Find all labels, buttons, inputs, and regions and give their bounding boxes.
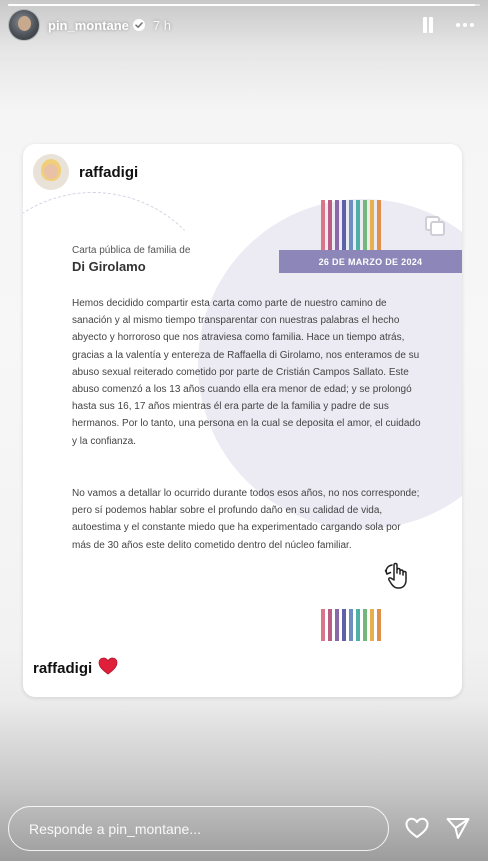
- reply-bar[interactable]: [8, 806, 389, 851]
- stripe: [349, 200, 353, 250]
- stripe: [363, 200, 367, 250]
- letter-date: 26 DE MARZO DE 2024: [279, 250, 462, 273]
- letter-image: 26 DE MARZO DE 2024 Carta pública de fam…: [23, 144, 462, 697]
- story-progress-bar: [8, 4, 480, 6]
- stripe: [321, 609, 325, 641]
- send-icon[interactable]: [445, 815, 471, 841]
- letter-paragraph: Hemos decidido compartir esta carta como…: [72, 298, 421, 447]
- red-heart-icon: [98, 657, 118, 680]
- stripe: [377, 200, 381, 250]
- rainbow-stripes-top: [321, 200, 381, 250]
- letter-subtitle: Carta pública de familia de: [72, 245, 191, 256]
- caption-username: raffadigi: [33, 660, 93, 677]
- reply-input[interactable]: [29, 820, 369, 837]
- verified-badge-icon: [132, 19, 145, 31]
- stripe: [328, 609, 332, 641]
- post-username[interactable]: raffadigi: [79, 164, 138, 181]
- story-header: pin_montane 7 h: [8, 9, 480, 41]
- post-header[interactable]: raffadigi: [33, 154, 138, 190]
- story-controls: [422, 17, 480, 33]
- pause-icon[interactable]: [422, 17, 434, 33]
- copy-icon: [425, 216, 445, 236]
- stripe: [356, 609, 360, 641]
- like-heart-icon[interactable]: [404, 815, 430, 841]
- rainbow-stripes-bottom: [321, 609, 381, 641]
- story-username[interactable]: pin_montane: [48, 18, 129, 33]
- stripe: [370, 200, 374, 250]
- post-caption: raffadigi: [33, 657, 118, 680]
- shared-post-card[interactable]: 26 DE MARZO DE 2024 Carta pública de fam…: [23, 144, 462, 697]
- stripe: [370, 609, 374, 641]
- story-timestamp: 7 h: [152, 17, 171, 33]
- avatar[interactable]: [33, 154, 69, 190]
- stripe: [356, 200, 360, 250]
- stripe: [363, 609, 367, 641]
- stripe: [328, 200, 332, 250]
- stripe: [349, 609, 353, 641]
- hand-pointer-icon: [383, 556, 415, 590]
- avatar[interactable]: [8, 9, 40, 41]
- story-progress-fill: [8, 4, 476, 6]
- letter-family-name: Di Girolamo: [72, 259, 146, 274]
- stripe: [377, 609, 381, 641]
- stripe: [342, 200, 346, 250]
- letter-paragraph: No vamos a detallar lo ocurrido durante …: [72, 488, 420, 551]
- more-options-icon[interactable]: [456, 23, 474, 27]
- stripe: [321, 200, 325, 250]
- stripe: [335, 200, 339, 250]
- stripe: [342, 609, 346, 641]
- stripe: [335, 609, 339, 641]
